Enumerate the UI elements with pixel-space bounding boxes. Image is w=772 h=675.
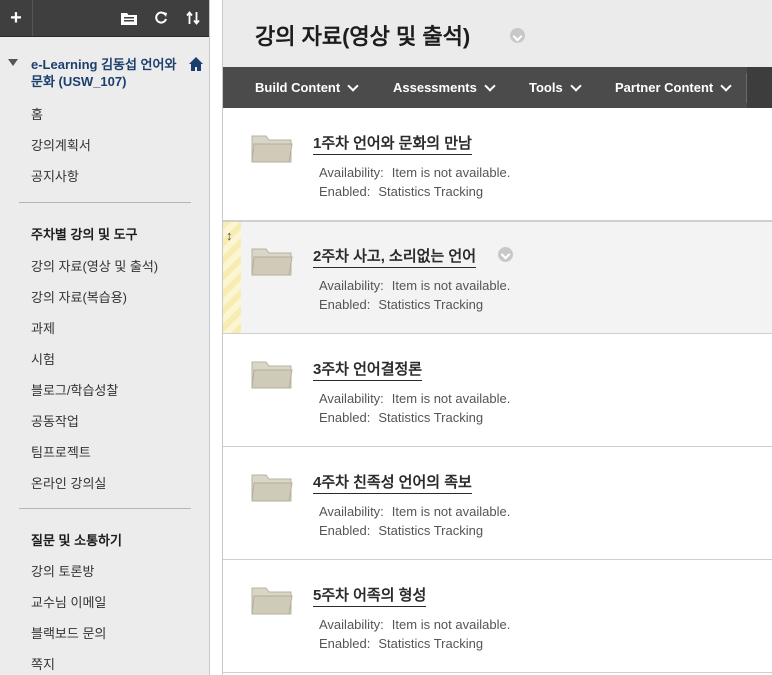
sidebar-item-blackboard-help[interactable]: 블랙보드 문의 <box>31 623 106 642</box>
sidebar-heading-communication[interactable]: 질문 및 소통하기 <box>31 530 122 549</box>
page-title: 강의 자료(영상 및 출석) <box>255 24 471 49</box>
availability-row: Availability: Item is not available. <box>319 617 510 632</box>
sidebar-item-blog[interactable]: 블로그/학습성찰 <box>31 380 118 399</box>
sidebar-divider <box>19 508 191 509</box>
tools-label: Tools <box>529 80 563 95</box>
assessments-label: Assessments <box>393 80 477 95</box>
enabled-row: Enabled: Statistics Tracking <box>319 410 483 425</box>
drag-handle[interactable]: ↕ <box>223 222 241 333</box>
enabled-label: Enabled: <box>319 410 371 425</box>
chevron-down-icon <box>347 79 359 92</box>
sidebar-item-collaboration[interactable]: 공동작업 <box>31 411 79 430</box>
folder-icon <box>251 248 293 276</box>
action-bar-overflow[interactable] <box>747 67 772 108</box>
enabled-row: Enabled: Statistics Tracking <box>319 523 483 538</box>
add-menu-item-button[interactable]: + <box>0 0 33 36</box>
enabled-value: Statistics Tracking <box>378 636 484 651</box>
sidebar-item-messages[interactable]: 쪽지 <box>31 654 55 673</box>
enabled-value: Statistics Tracking <box>378 184 484 199</box>
page-header: 강의 자료(영상 및 출석) <box>223 0 772 67</box>
availability-row: Availability: Item is not available. <box>319 504 510 519</box>
sidebar-item-assignments[interactable]: 과제 <box>31 318 55 337</box>
sidebar-item-syllabus[interactable]: 강의계획서 <box>31 135 91 154</box>
item-title-link[interactable]: 3주차 언어결정론 <box>313 358 423 381</box>
availability-value: Item is not available. <box>391 278 511 293</box>
folder-icon <box>251 361 293 389</box>
item-title-link[interactable]: 2주차 사고, 소리없는 언어 <box>313 245 477 268</box>
folder-view-icon <box>121 13 137 25</box>
content-area: 강의 자료(영상 및 출석) Build Content Assessments… <box>222 0 772 675</box>
item-options-chevron-icon[interactable] <box>498 247 513 262</box>
drag-handle-icon: ↕ <box>226 228 233 243</box>
enabled-label: Enabled: <box>319 636 371 651</box>
reorder-button[interactable] <box>178 0 208 36</box>
content-item: ↕ 2주차 사고, 소리없는 언어 Availability: Item is n… <box>223 221 772 334</box>
sidebar-item-professor-email[interactable]: 교수님 이메일 <box>31 592 106 611</box>
plus-icon: + <box>10 6 22 29</box>
enabled-row: Enabled: Statistics Tracking <box>319 636 483 651</box>
chevron-down-icon <box>570 79 582 92</box>
course-title-link[interactable]: e-Learning 김동섭 언어와 문화 (USW_107) <box>31 56 183 90</box>
refresh-button[interactable] <box>146 0 176 36</box>
assessments-menu[interactable]: Assessments <box>393 67 496 108</box>
availability-label: Availability: <box>319 504 384 519</box>
item-title-link[interactable]: 5주차 어족의 형성 <box>313 584 427 607</box>
sidebar-item-lecture-video[interactable]: 강의 자료(영상 및 출석) <box>31 256 158 275</box>
sidebar-item-team-project[interactable]: 팀프로젝트 <box>31 442 91 461</box>
folder-icon <box>251 474 293 502</box>
availability-row: Availability: Item is not available. <box>319 391 510 406</box>
folder-icon <box>251 587 293 615</box>
availability-row: Availability: Item is not available. <box>319 165 510 180</box>
item-title-link[interactable]: 1주차 언어와 문화의 만남 <box>313 132 472 155</box>
availability-value: Item is not available. <box>391 391 511 406</box>
enabled-value: Statistics Tracking <box>378 523 484 538</box>
enabled-row: Enabled: Statistics Tracking <box>319 184 483 199</box>
enabled-value: Statistics Tracking <box>378 297 484 312</box>
build-content-menu[interactable]: Build Content <box>255 67 359 108</box>
enabled-value: Statistics Tracking <box>378 410 484 425</box>
action-bar: Build Content Assessments Tools Partner … <box>223 67 772 108</box>
content-item: 3주차 언어결정론 Availability: Item is not avail… <box>223 335 772 447</box>
sidebar-item-online-classroom[interactable]: 온라인 강의실 <box>31 473 106 492</box>
partner-content-label: Partner Content <box>615 80 714 95</box>
availability-label: Availability: <box>319 278 384 293</box>
build-content-label: Build Content <box>255 80 341 95</box>
sidebar-item-discussion[interactable]: 강의 토론방 <box>31 561 94 580</box>
course-menu-toolbar: + <box>0 0 209 37</box>
availability-label: Availability: <box>319 617 384 632</box>
sidebar-divider <box>19 202 191 203</box>
partner-content-menu[interactable]: Partner Content <box>615 67 732 108</box>
availability-value: Item is not available. <box>391 504 511 519</box>
content-item: 5주차 어족의 형성 Availability: Item is not avai… <box>223 561 772 673</box>
chevron-down-icon <box>484 79 496 92</box>
availability-value: Item is not available. <box>391 617 511 632</box>
sidebar-item-lecture-review[interactable]: 강의 자료(복습용) <box>31 287 127 306</box>
sidebar-item-announcements[interactable]: 공지사항 <box>31 166 79 185</box>
sidebar-item-exams[interactable]: 시험 <box>31 349 55 368</box>
content-item: 4주차 친족성 언어의 족보 Availability: Item is not … <box>223 448 772 560</box>
enabled-label: Enabled: <box>319 523 371 538</box>
item-title-link[interactable]: 4주차 친족성 언어의 족보 <box>313 471 472 494</box>
title-options-chevron-icon[interactable] <box>510 28 525 43</box>
availability-label: Availability: <box>319 391 384 406</box>
folder-icon <box>251 135 293 163</box>
availability-value: Item is not available. <box>391 165 511 180</box>
enabled-row: Enabled: Statistics Tracking <box>319 297 483 312</box>
course-menu-sidebar: + e-Learning 김동섭 언어와 문화 (USW_107) 홈 강의계획… <box>0 0 210 675</box>
refresh-icon <box>155 11 167 24</box>
sort-icon <box>186 11 200 25</box>
enabled-label: Enabled: <box>319 184 371 199</box>
collapse-caret-icon[interactable] <box>8 59 18 66</box>
sidebar-heading-weekly[interactable]: 주차별 강의 및 도구 <box>31 224 138 243</box>
availability-row: Availability: Item is not available. <box>319 278 510 293</box>
availability-label: Availability: <box>319 165 384 180</box>
sidebar-item-home[interactable]: 홈 <box>31 104 43 123</box>
content-item: 1주차 언어와 문화의 만남 Availability: Item is not … <box>223 109 772 221</box>
home-icon[interactable] <box>188 56 204 72</box>
folder-view-button[interactable] <box>114 0 144 36</box>
chevron-down-icon <box>720 79 732 92</box>
tools-menu[interactable]: Tools <box>529 67 582 108</box>
enabled-label: Enabled: <box>319 297 371 312</box>
